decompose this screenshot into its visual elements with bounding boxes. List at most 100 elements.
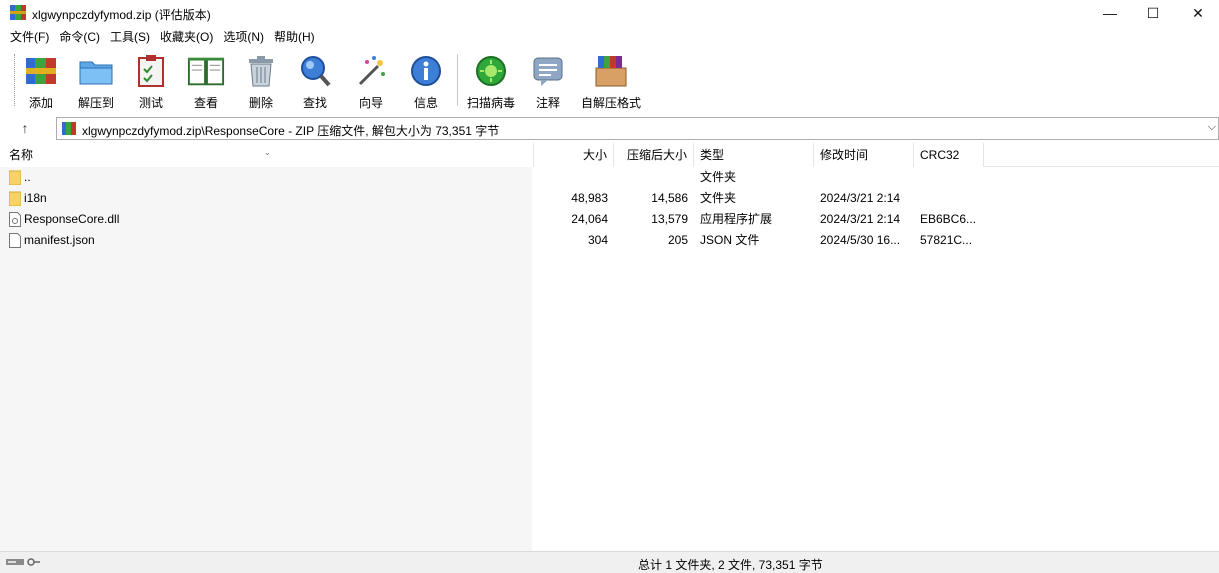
add-button[interactable]: 添加 [22,52,60,112]
extract-label: 解压到 [77,96,114,110]
up-arrow-icon[interactable]: ↑ [14,118,36,138]
file-list: 名称 ⌄ 大小 压缩后大小 类型 修改时间 CRC32 .. 文件夹 i18n … [0,143,1219,551]
title-bar: xlgwynpczdyfymod.zip (评估版本) — ☐ ✕ [0,0,1219,26]
file-icon [9,233,21,248]
menu-file[interactable]: 文件(F) [5,27,54,47]
info-icon [411,56,441,86]
file-packed: 14,586 [651,191,688,205]
file-modified: 2024/3/21 2:14 [820,212,901,226]
menu-help[interactable]: 帮助(H) [269,27,320,47]
column-crc-label: CRC32 [920,148,960,162]
magic-wand-icon [358,56,385,86]
folder-icon [9,191,21,206]
file-type: 应用程序扩展 [700,212,773,226]
virus-scan-icon [476,56,506,86]
minimize-button[interactable]: — [1087,0,1133,26]
wizard-button[interactable]: 向导 [352,52,390,112]
extract-button[interactable]: 解压到 [76,52,116,112]
file-size [534,167,608,188]
scan-virus-button[interactable]: 扫描病毒 [465,52,517,112]
menu-favorites[interactable]: 收藏夹(O) [155,27,218,47]
comment-label: 注释 [535,96,560,110]
toolbar-grip[interactable] [14,54,16,106]
file-name: manifest.json [24,233,95,247]
view-label: 查看 [193,96,218,110]
file-crc: 57821C... [920,233,973,247]
table-row-i18n[interactable]: i18n 48,983 14,586 文件夹 2024/3/21 2:14 [0,188,1219,209]
column-header-row: 名称 ⌄ 大小 压缩后大小 类型 修改时间 CRC32 [0,143,1219,167]
folder-extract-icon [79,61,113,85]
delete-label: 删除 [248,96,273,110]
column-type-label: 类型 [700,148,725,162]
file-packed [614,167,688,188]
winrar-app-icon [10,5,26,20]
file-packed: 13,579 [651,212,688,226]
test-label: 测试 [138,96,163,110]
column-size[interactable]: 大小 [534,143,614,167]
archive-icon [62,122,76,135]
book-view-icon [187,57,225,86]
file-name: i18n [24,191,47,205]
toolbar: 添加 解压到 测试 查看 删除 查找 向导 信息 扫描病毒 注释 自解压格式 [0,48,1219,114]
column-crc[interactable]: CRC32 [914,143,984,167]
table-row-parent[interactable]: .. 文件夹 [0,167,1219,188]
file-type: 文件夹 [700,191,737,205]
add-label: 添加 [28,96,53,110]
column-modified-label: 修改时间 [820,148,869,162]
column-modified[interactable]: 修改时间 [814,143,914,167]
test-clipboard-icon [138,55,164,87]
key-icon [27,558,40,566]
file-name: ResponseCore.dll [24,212,120,226]
path-field[interactable]: xlgwynpczdyfymod.zip\ResponseCore - ZIP … [56,117,1219,140]
status-icons [6,557,41,567]
find-button[interactable]: 查找 [296,52,334,112]
file-packed: 205 [667,233,688,247]
table-row-dll[interactable]: ResponseCore.dll 24,064 13,579 应用程序扩展 20… [0,209,1219,230]
info-button[interactable]: 信息 [407,52,445,112]
close-button[interactable]: ✕ [1175,0,1219,26]
table-row-manifest[interactable]: manifest.json 304 205 JSON 文件 2024/5/30 … [0,230,1219,251]
column-name[interactable]: 名称 ⌄ [0,143,534,167]
scan-label: 扫描病毒 [466,96,515,110]
column-packed-label: 压缩后大小 [626,148,687,162]
column-type[interactable]: 类型 [694,143,814,167]
file-name: .. [24,170,31,184]
menu-bar: 文件(F) 命令(C) 工具(S) 收藏夹(O) 选项(N) 帮助(H) [0,27,1219,47]
file-type: JSON 文件 [700,233,760,247]
comment-button[interactable]: 注释 [530,52,566,112]
chevron-down-icon[interactable]: ⌵ [1208,121,1216,134]
menu-options[interactable]: 选项(N) [218,27,269,47]
window-title: xlgwynpczdyfymod.zip (评估版本) [32,8,211,22]
sfx-button[interactable]: 自解压格式 [580,52,642,112]
info-label: 信息 [413,96,438,110]
wizard-label: 向导 [358,96,383,110]
archive-add-icon [26,58,56,84]
status-summary: 总计 1 文件夹, 2 文件, 73,351 字节 [638,558,823,572]
column-name-label: 名称 [9,148,34,162]
file-crc: EB6BC6... [920,212,977,226]
status-bar: 总计 1 文件夹, 2 文件, 73,351 字节 [0,551,1219,573]
file-modified: 2024/3/21 2:14 [820,191,901,205]
menu-tools[interactable]: 工具(S) [105,27,155,47]
folder-icon [9,170,21,185]
file-size: 24,064 [571,212,608,226]
find-label: 查找 [302,96,327,110]
view-button[interactable]: 查看 [184,52,228,112]
sort-indicator-icon: ⌄ [264,148,271,157]
menu-commands[interactable]: 命令(C) [54,27,105,47]
sfx-label: 自解压格式 [580,96,641,110]
magnifier-icon [301,56,331,87]
maximize-button[interactable]: ☐ [1130,0,1176,26]
column-packed[interactable]: 压缩后大小 [614,143,694,167]
trash-icon [249,56,273,87]
drive-icon [6,559,24,565]
test-button[interactable]: 测试 [132,52,170,112]
dll-file-icon [9,212,21,227]
path-text: xlgwynpczdyfymod.zip\ResponseCore - ZIP … [82,124,500,138]
sfx-box-icon [595,56,627,87]
file-modified: 2024/5/30 16... [820,233,901,247]
file-size: 304 [587,233,608,247]
delete-button[interactable]: 删除 [244,52,278,112]
file-type: 文件夹 [700,170,737,184]
column-size-label: 大小 [582,148,607,162]
